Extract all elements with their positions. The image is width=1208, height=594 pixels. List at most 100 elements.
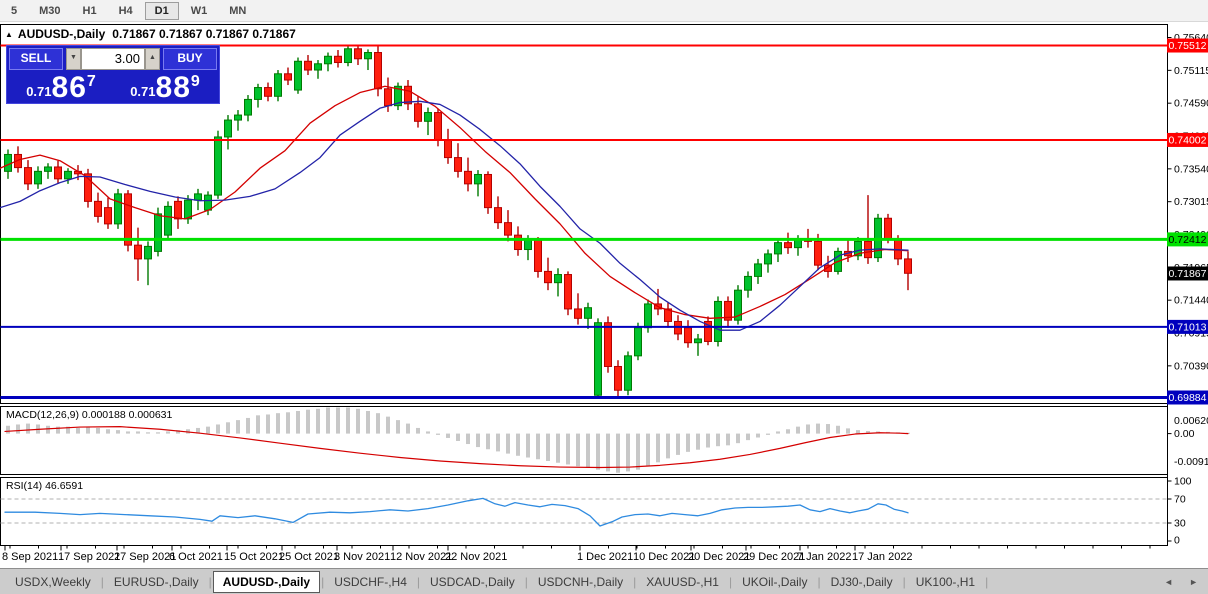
price-marker-label: 0.74002 [1169,134,1207,146]
candle-body [135,245,142,259]
macd-histogram-bar [276,413,280,433]
macd-histogram-bar [736,434,740,444]
candle-body [165,206,172,235]
macd-histogram-bar [466,434,470,444]
macd-histogram-bar [226,422,230,433]
candle-body [305,61,312,70]
macd-histogram-bar [496,434,500,452]
volume-input[interactable]: 3.00 [81,48,145,70]
candle-body [495,208,502,223]
macd-histogram-bar [576,434,580,467]
candle-body [595,323,602,396]
macd-histogram-bar [16,424,20,433]
time-axis-label: 6 Oct 2021 [169,551,223,563]
chart-tab-uk100-h1[interactable]: UK100-,H1 [907,572,984,592]
price-tick-label: 0.70390 [1174,360,1208,372]
macd-histogram-bar [756,434,760,438]
time-axis-label: 8 Sep 2021 [2,551,58,563]
candle-body [585,308,592,319]
macd-histogram-bar [366,411,370,434]
candle-body [205,195,212,210]
candle-body [95,201,102,216]
chart-tab-usdx-weekly[interactable]: USDX,Weekly [6,572,100,592]
rsi-axis-label: 70 [1174,494,1186,506]
macd-histogram-bar [76,428,80,434]
buy-price-pip: 9 [191,73,200,91]
candle-body [265,88,272,97]
macd-min-label: -0.009197 [1174,456,1208,468]
chart-tab-usdcnh-daily[interactable]: USDCNH-,Daily [529,572,632,592]
candle-body [485,174,492,207]
macd-histogram-bar [806,424,810,433]
macd-histogram-bar [766,434,770,435]
macd-histogram-bar [556,434,560,463]
macd-histogram-bar [546,434,550,461]
sell-price-big: 86 [52,74,87,102]
buy-price-prefix: 0.71 [130,84,155,99]
time-axis-label: 17 Sep 2021 [58,551,120,563]
macd-histogram-bar [236,420,240,433]
chart-tab-ukoil-daily[interactable]: UKOil-,Daily [733,572,816,592]
macd-histogram-bar [696,434,700,450]
rsi-axis-label: 100 [1174,476,1192,488]
chart-tab-usdcad-daily[interactable]: USDCAD-,Daily [421,572,524,592]
candle-body [55,167,62,179]
candle-body [375,53,382,89]
tab-scroll-right-button[interactable]: ► [1189,577,1198,587]
candle-body [45,167,52,171]
candle-body [175,201,182,219]
chart-tab-xauusd-h1[interactable]: XAUUSD-,H1 [637,572,728,592]
macd-histogram-bar [316,409,320,434]
macd-histogram-bar [536,434,540,460]
time-axis-label: 17 Jan 2022 [852,551,913,563]
candle-body [345,49,352,63]
candle-body [625,356,632,390]
macd-histogram-bar [356,409,360,434]
chart-tab-usdchf-h4[interactable]: USDCHF-,H4 [325,572,416,592]
price-tick-label: 0.74590 [1174,98,1208,110]
macd-histogram-bar [6,426,10,434]
candle-body [185,200,192,219]
price-marker-label: 0.71013 [1169,321,1207,333]
candle-body [145,246,152,259]
macd-histogram-bar [156,432,160,433]
buy-button[interactable]: BUY [163,48,217,70]
macd-histogram-bar [106,429,110,433]
macd-histogram-bar [46,426,50,434]
buy-price[interactable]: 0.71 88 9 [113,70,217,103]
macd-histogram-bar [86,427,90,434]
collapse-trade-panel-icon[interactable]: ▲ [5,30,13,39]
candle-body [295,61,302,90]
candle-body [605,323,612,367]
candle-body [355,49,362,59]
chart-tab-dj30-daily[interactable]: DJ30-,Daily [822,572,902,592]
rsi-axis-label: 0 [1174,535,1180,547]
macd-histogram-bar [116,430,120,433]
candle-body [815,241,822,265]
sell-button[interactable]: SELL [9,48,63,70]
macd-histogram-bar [606,434,610,472]
chart-tab-audusd-daily[interactable]: AUDUSD-,Daily [213,571,320,593]
candle-body [575,309,582,318]
tab-scroll-left-button[interactable]: ◄ [1164,577,1173,587]
macd-panel[interactable] [1,407,1168,475]
candle-body [335,56,342,62]
sell-price-pip: 7 [87,73,96,91]
time-axis-label: 20 Dec 2021 [688,551,750,563]
candle-body [245,99,252,115]
chart-tab-eurusd-daily[interactable]: EURUSD-,Daily [105,572,208,592]
macd-histogram-bar [726,434,730,446]
volume-decrease-button[interactable]: ▼ [66,48,81,70]
time-axis-label: 1 Dec 2021 [577,551,633,563]
macd-histogram-bar [516,434,520,456]
candle-body [525,240,532,249]
time-axis-label: 27 Sep 2021 [114,551,176,563]
volume-increase-button[interactable]: ▲ [145,48,160,70]
macd-histogram-bar [476,434,480,447]
price-marker-label: 0.69884 [1169,392,1207,404]
sell-price[interactable]: 0.71 86 7 [9,70,113,103]
macd-max-label: 0.006201 [1174,415,1208,427]
candle-body [465,171,472,184]
candle-body [315,64,322,70]
symbol-period-label: AUDUSD-,Daily [18,27,105,41]
